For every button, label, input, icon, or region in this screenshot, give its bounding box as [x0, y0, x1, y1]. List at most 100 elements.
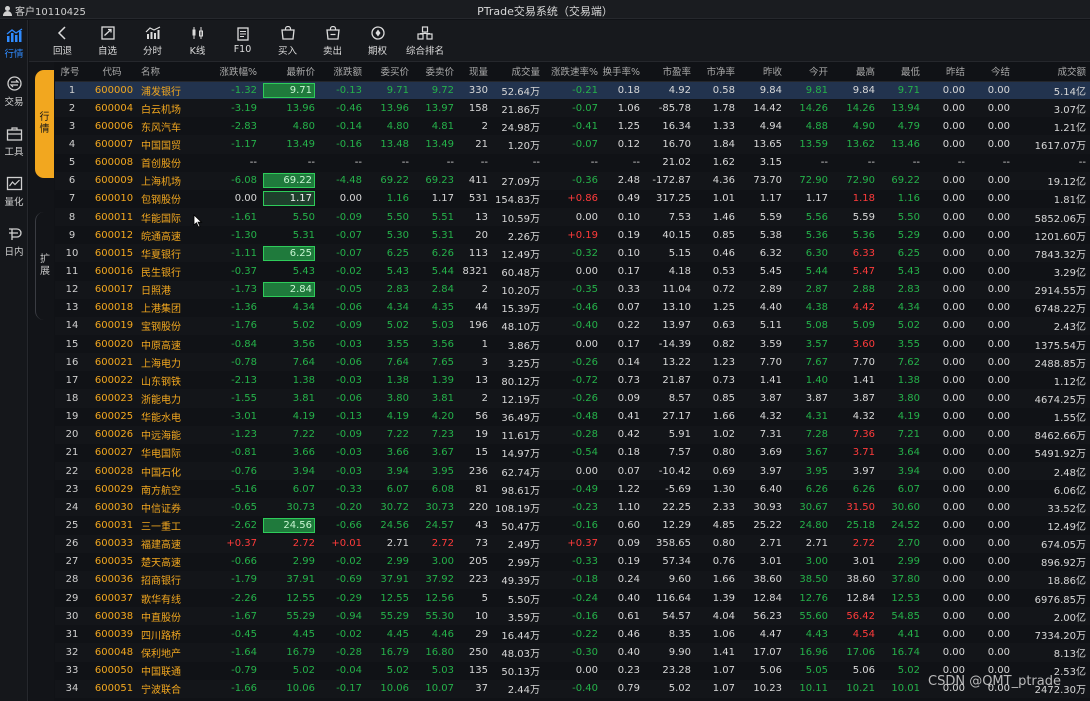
- table-cell: 5.06: [759, 665, 782, 677]
- table-row[interactable]: 25 600031 三一重工 -2.62 24.56 -0.66 24.56 24.57 43 5…: [55, 516, 1090, 534]
- table-row[interactable]: 29 600037 歌华有线 -2.26 12.55 -0.29 12.55 12.56 5 5.…: [55, 589, 1090, 607]
- table-row[interactable]: 18 600023 浙能电力 -1.55 3.81 -0.06 3.80 3.81 2 12.19…: [55, 389, 1090, 408]
- table-row[interactable]: 27 600035 楚天高速 -0.66 2.99 -0.02 2.99 3.00 205 2.9…: [55, 553, 1090, 571]
- table-cell: -0.94: [319, 607, 366, 626]
- table-row[interactable]: 12 600017 日照港 -1.73 2.84 -0.05 2.83 2.84 2 10.20万…: [55, 280, 1090, 299]
- table-cell: 浙能电力: [139, 389, 207, 408]
- table-cell: 2.99: [292, 556, 315, 568]
- table-row[interactable]: 30 600038 中直股份 -1.67 55.29 -0.94 55.29 55.30 10 3…: [55, 607, 1090, 626]
- table-row[interactable]: 1 600000 浦发银行 -1.32 9.71 -0.13 9.71 9.72 330 52.6…: [55, 81, 1090, 100]
- rail-item-trade[interactable]: 交易: [0, 70, 28, 114]
- table-cell: 0.85: [695, 389, 739, 408]
- timeshare-button[interactable]: 分时: [130, 20, 175, 62]
- table-cell: 5.29: [897, 229, 920, 241]
- table-row[interactable]: 7 600010 包钢股份 0.00 1.17 0.00 1.16 1.17 531 154.83…: [55, 190, 1090, 208]
- table-cell: 20: [475, 229, 488, 241]
- table-row[interactable]: 15 600020 中原高速 -0.84 3.56 -0.03 3.55 3.56 1 3.86万…: [55, 335, 1090, 353]
- column-header[interactable]: 涨跌额: [319, 62, 366, 82]
- table-cell: 7.22: [366, 425, 413, 444]
- table-row[interactable]: 21 600027 华电国际 -0.81 3.66 -0.03 3.66 3.67 15 14.9…: [55, 444, 1090, 462]
- table-cell: 113: [458, 244, 492, 263]
- column-header[interactable]: 涨跌速率%: [544, 62, 602, 82]
- table-row[interactable]: 2 600004 白云机场 -3.19 13.96 -0.46 13.96 13.97 158 2…: [55, 99, 1090, 118]
- table-cell: 7.64: [366, 353, 413, 372]
- column-header[interactable]: 委卖价: [413, 62, 458, 82]
- column-header[interactable]: 换手率%: [602, 62, 644, 82]
- table-row[interactable]: 32 600048 保利地产 -1.64 16.79 -0.28 16.79 16.80 250…: [55, 643, 1090, 662]
- table-row[interactable]: 16 600021 上海电力 -0.78 7.64 -0.06 7.64 7.65 3 3.25万…: [55, 353, 1090, 372]
- column-header[interactable]: 昨结: [924, 62, 969, 82]
- table-row[interactable]: 31 600039 四川路桥 -0.45 4.45 -0.02 4.45 4.46 29 16.4…: [55, 625, 1090, 643]
- table-cell: 0.00: [575, 265, 598, 277]
- option-icon: [370, 25, 385, 40]
- rail-item-quotes[interactable]: 行情: [0, 22, 28, 66]
- table-row[interactable]: 3 600006 东风汽车 -2.83 4.80 -0.14 4.80 4.81 2 24.98万…: [55, 117, 1090, 135]
- table-cell: 9.71: [366, 81, 413, 100]
- column-header[interactable]: 代码: [89, 62, 139, 82]
- tab-quotes[interactable]: 行情: [35, 70, 54, 178]
- tab-expand[interactable]: 扩展: [35, 212, 54, 320]
- table-row[interactable]: 9 600012 皖通高速 -1.30 5.31 -0.07 5.30 5.31 20 2.26万…: [55, 226, 1090, 244]
- column-header[interactable]: 今开: [786, 62, 832, 82]
- table-cell: 0.00: [942, 229, 965, 241]
- ranking-button[interactable]: 综合排名: [400, 20, 450, 62]
- column-header[interactable]: 市盈率: [644, 62, 695, 82]
- table-cell: 18: [55, 389, 89, 408]
- column-header[interactable]: 成交量: [492, 62, 544, 82]
- ranking-icon: [417, 25, 433, 40]
- table-cell: 600035: [94, 556, 134, 568]
- table-cell: 0.00: [924, 316, 969, 335]
- table-row[interactable]: 24 600030 中信证券 -0.65 30.73 -0.20 30.72 30.73 220…: [55, 498, 1090, 517]
- table-cell: 0.00: [969, 607, 1014, 626]
- table-row[interactable]: 14 600019 宝钢股份 -1.76 5.02 -0.09 5.02 5.03 196 48.…: [55, 316, 1090, 335]
- rail-item-tools[interactable]: 工具: [0, 120, 28, 164]
- column-header[interactable]: 涨跌幅%: [207, 62, 261, 82]
- table-row[interactable]: 20 600026 中远海能 -1.23 7.22 -0.09 7.22 7.23 19 11.6…: [55, 425, 1090, 444]
- table-cell: 16.74: [879, 643, 924, 662]
- column-header[interactable]: 最低: [879, 62, 924, 82]
- buy-button[interactable]: 买入: [265, 20, 310, 62]
- table-cell: 0.00: [987, 374, 1010, 386]
- table-row[interactable]: 8 600011 华能国际 -1.61 5.50 -0.09 5.50 5.51 13 10.59…: [55, 207, 1090, 227]
- column-header[interactable]: 成交额: [1014, 62, 1090, 82]
- column-header[interactable]: 委买价: [366, 62, 413, 82]
- table-cell: 21: [458, 135, 492, 154]
- table-row[interactable]: 17 600022 山东钢铁 -2.13 1.38 -0.03 1.38 1.39 13 80.1…: [55, 371, 1090, 389]
- table-cell: 600029: [94, 483, 134, 495]
- option-button[interactable]: 期权: [355, 20, 400, 62]
- table-row[interactable]: 4 600007 中国国贸 -1.17 13.49 -0.16 13.48 13.49 21 1.…: [55, 135, 1090, 154]
- table-row[interactable]: 10 600015 华夏银行 -1.11 6.25 -0.07 6.25 6.26 113 12.…: [55, 244, 1090, 263]
- table-row[interactable]: 22 600028 中国石化 -0.76 3.94 -0.03 3.94 3.95 236 62.…: [55, 461, 1090, 481]
- column-header[interactable]: 最高: [832, 62, 879, 82]
- column-header[interactable]: 名称: [139, 62, 207, 82]
- f10-button[interactable]: F10: [220, 20, 265, 62]
- column-header[interactable]: 市净率: [695, 62, 739, 82]
- column-header[interactable]: 最新价: [261, 62, 319, 82]
- watchlist-button[interactable]: 自选: [85, 20, 130, 62]
- back-button[interactable]: 回退: [40, 20, 85, 62]
- table-cell: 7.57: [668, 447, 691, 459]
- table-cell: 2: [458, 389, 492, 408]
- kline-button[interactable]: K线: [175, 20, 220, 62]
- table-row[interactable]: 26 600033 福建高速 +0.37 2.72 +0.01 2.71 2.72 73 2.49…: [55, 534, 1090, 553]
- rail-item-quant[interactable]: 量化: [0, 170, 28, 214]
- title-bar: 客户10110425 PTrade交易系统（交易端）: [0, 0, 1090, 19]
- column-header[interactable]: 现量: [458, 62, 492, 82]
- table-cell: 55.29: [366, 607, 413, 626]
- column-header[interactable]: 昨收: [739, 62, 786, 82]
- sell-button[interactable]: 卖出: [310, 20, 355, 62]
- table-cell: 0.00: [924, 607, 969, 626]
- table-cell: --: [307, 157, 315, 169]
- table-row[interactable]: 19 600025 华能水电 -3.01 4.19 -0.13 4.19 4.20 56 36.4…: [55, 408, 1090, 426]
- table-row[interactable]: 13 600018 上港集团 -1.36 4.34 -0.06 4.34 4.35 44 15.3…: [55, 299, 1090, 317]
- table-cell: 3.07亿: [1014, 99, 1090, 118]
- table-row[interactable]: 11 600016 民生银行 -0.37 5.43 -0.02 5.43 5.44 8321 60…: [55, 262, 1090, 280]
- column-header[interactable]: 序号: [55, 62, 89, 82]
- table-row[interactable]: 5 600008 首创股份 -- -- -- -- -- -- -- -- -- 21.02 1.62 3.…: [55, 154, 1090, 172]
- column-header[interactable]: 今结: [969, 62, 1014, 82]
- rail-item-intraday[interactable]: 日内: [0, 220, 28, 264]
- table-row[interactable]: 6 600009 上海机场 -6.08 69.22 -4.48 69.22 69.23 411 2…: [55, 171, 1090, 190]
- table-cell: 5.14亿: [1014, 81, 1090, 100]
- table-row[interactable]: 23 600029 南方航空 -5.16 6.07 -0.33 6.07 6.08 81 98.6…: [55, 480, 1090, 498]
- table-row[interactable]: 28 600036 招商银行 -1.79 37.91 -0.69 37.91 37.92 223…: [55, 570, 1090, 589]
